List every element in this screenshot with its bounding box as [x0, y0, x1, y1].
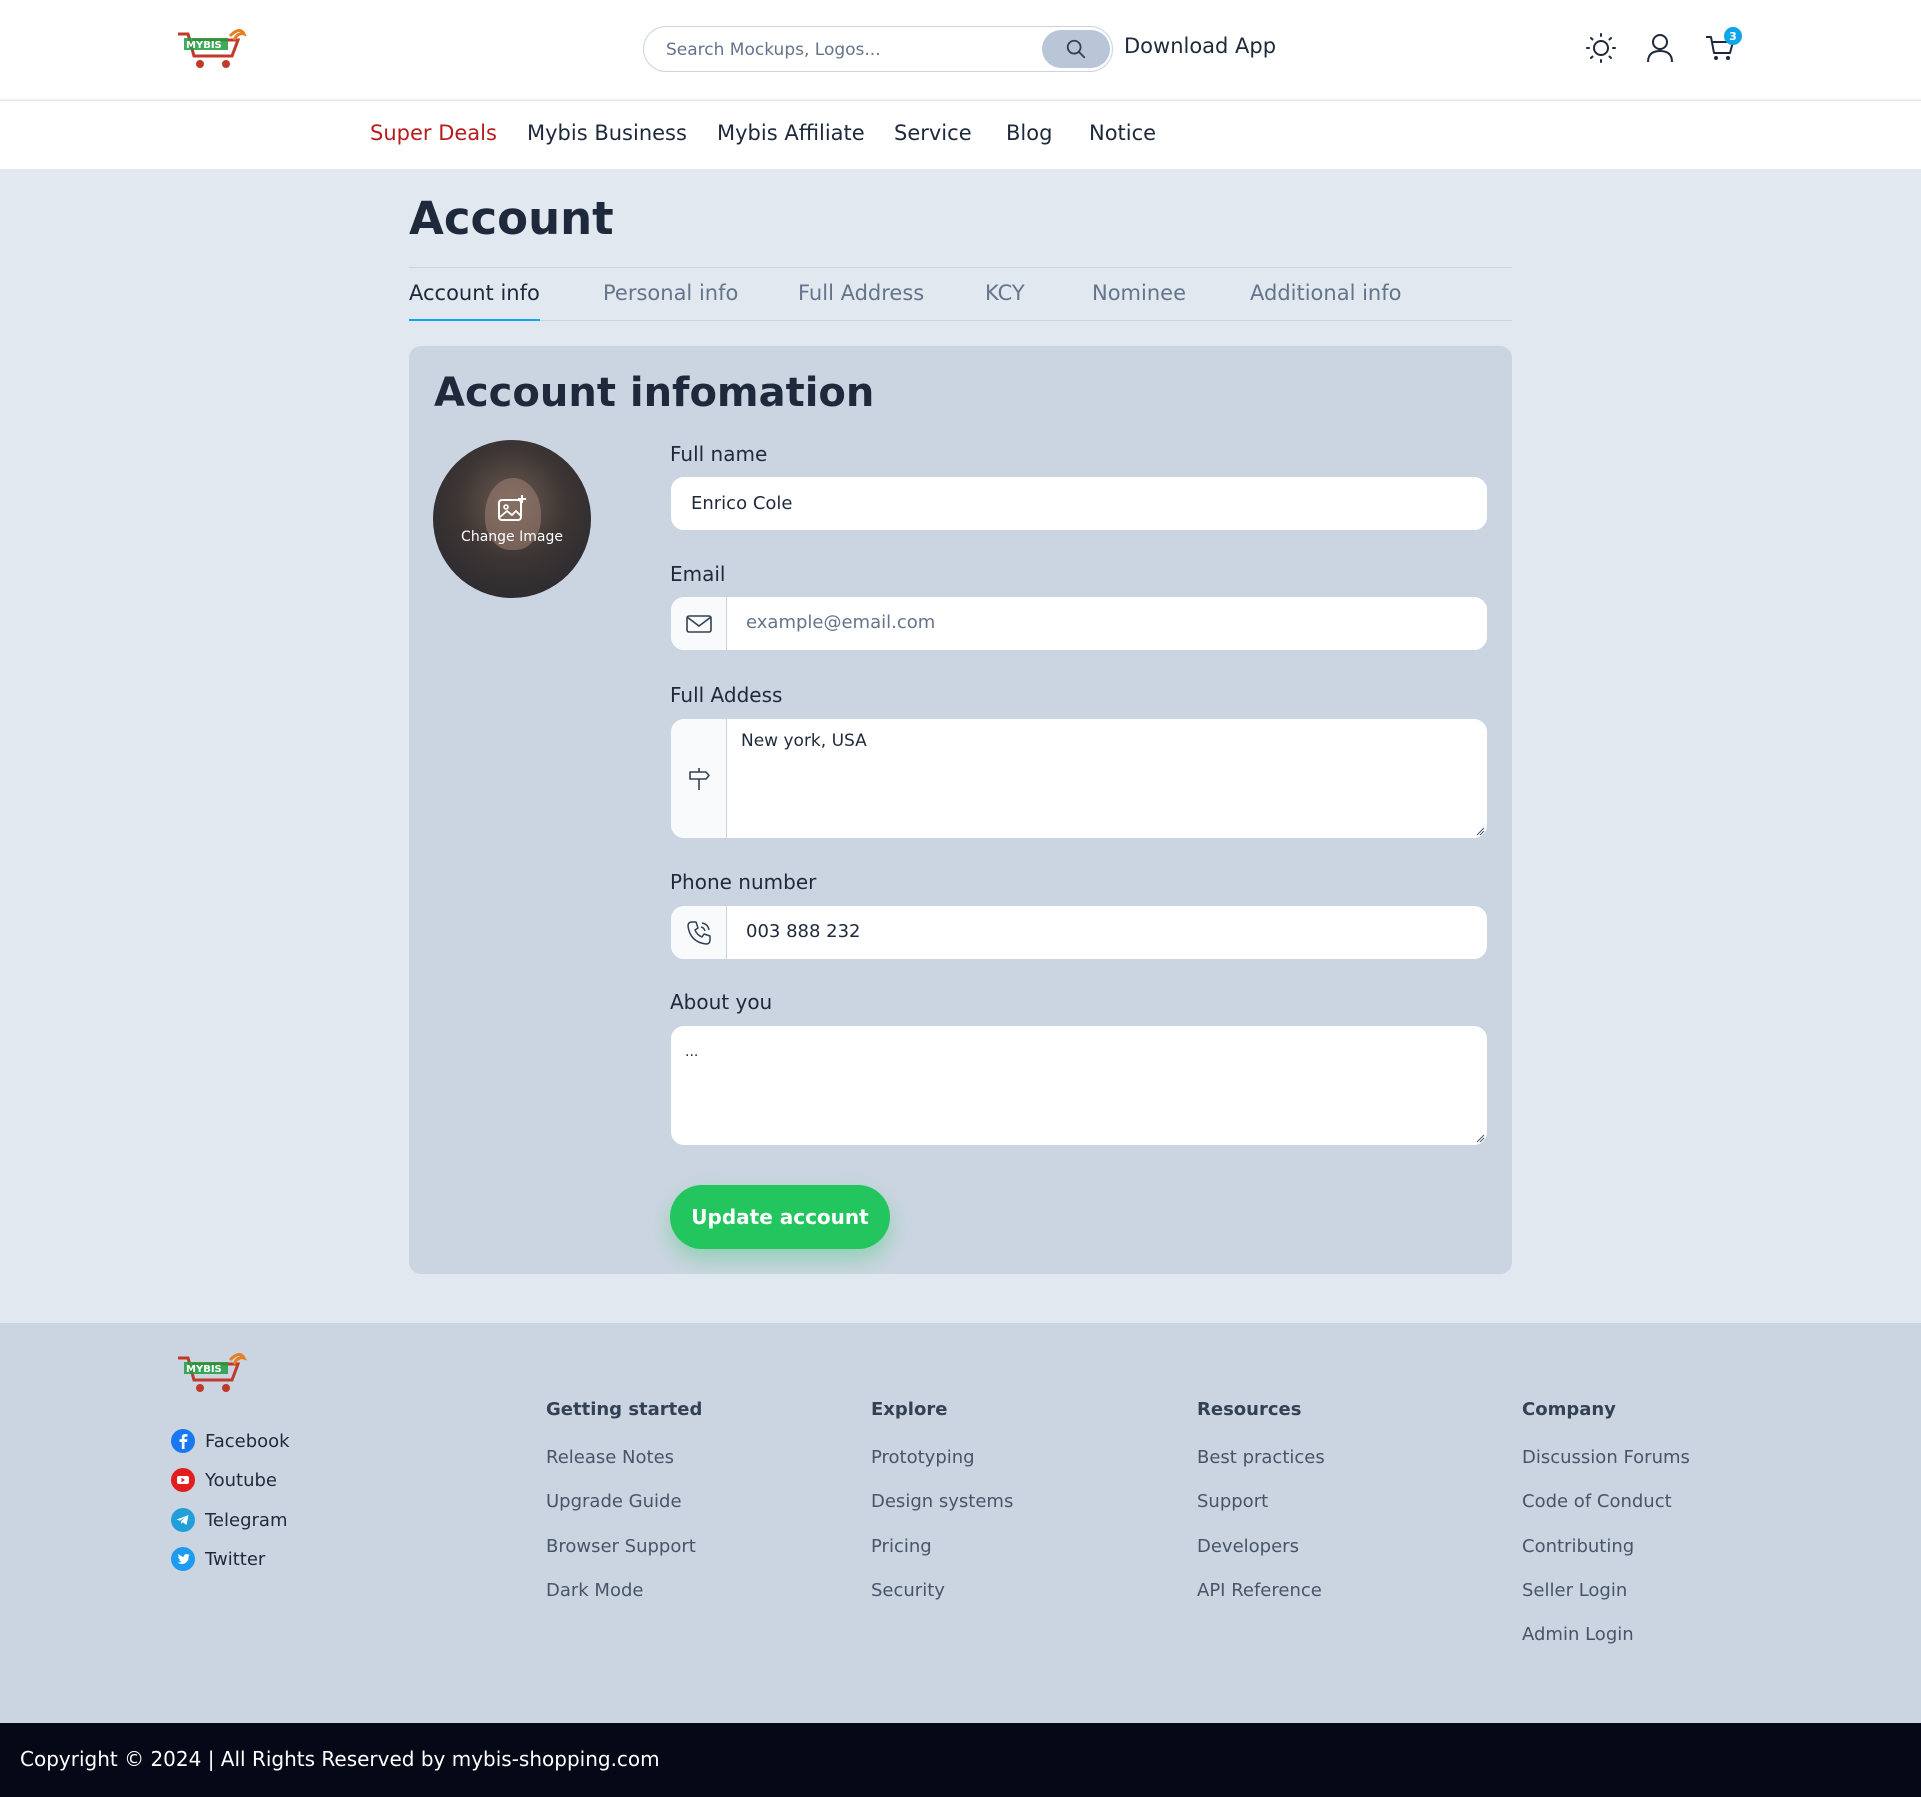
- phone-value: 003 888 232: [746, 921, 861, 942]
- tab-full-address[interactable]: Full Address: [798, 281, 924, 319]
- search-bar: [643, 26, 1113, 72]
- telegram-icon: [171, 1508, 195, 1532]
- address-label: Full Addess: [670, 683, 783, 707]
- footer-link[interactable]: Seller Login: [1522, 1580, 1627, 1601]
- footer-link[interactable]: Developers: [1197, 1536, 1299, 1557]
- footer-link[interactable]: Prototyping: [871, 1447, 975, 1468]
- brand-logo[interactable]: MYBIS: [174, 26, 248, 72]
- footer-logo[interactable]: MYBIS: [174, 1350, 248, 1396]
- signpost-icon: [688, 767, 710, 790]
- social-label: Telegram: [205, 1509, 288, 1531]
- nav-blog[interactable]: Blog: [1006, 121, 1052, 145]
- search-button[interactable]: [1042, 30, 1110, 68]
- about-textarea[interactable]: ...: [670, 1025, 1488, 1146]
- social-label: Youtube: [205, 1469, 277, 1491]
- card-title: Account infomation: [434, 370, 875, 416]
- account-tabs: Account info Personal info Full Address …: [409, 267, 1512, 321]
- cart-count-badge: 3: [1724, 27, 1742, 45]
- user-icon[interactable]: [1643, 31, 1677, 65]
- resize-grip-icon[interactable]: [1475, 1133, 1485, 1143]
- site-footer: MYBIS Facebook Youtube Telegram Twitter …: [0, 1323, 1921, 1723]
- full-name-label: Full name: [670, 442, 768, 466]
- phone-label: Phone number: [670, 870, 817, 894]
- footer-col-title: Resources: [1197, 1399, 1302, 1420]
- footer-link[interactable]: Dark Mode: [546, 1580, 643, 1601]
- social-twitter[interactable]: Twitter: [171, 1547, 265, 1571]
- nav-mybis-business[interactable]: Mybis Business: [527, 121, 687, 145]
- tab-additional-info[interactable]: Additional info: [1250, 281, 1401, 319]
- social-youtube[interactable]: Youtube: [171, 1468, 277, 1492]
- phone-field[interactable]: 003 888 232: [670, 905, 1488, 960]
- svg-text:MYBIS: MYBIS: [186, 40, 222, 51]
- tab-nominee[interactable]: Nominee: [1092, 281, 1186, 319]
- email-label: Email: [670, 562, 726, 586]
- footer-link[interactable]: Design systems: [871, 1491, 1013, 1512]
- footer-link[interactable]: Release Notes: [546, 1447, 674, 1468]
- download-app-link[interactable]: Download App: [1124, 34, 1276, 58]
- footer-link[interactable]: Admin Login: [1522, 1624, 1634, 1645]
- footer-col-title: Explore: [871, 1399, 948, 1420]
- copyright-bar: Copyright © 2024 | All Rights Reserved b…: [0, 1723, 1921, 1797]
- about-value: ...: [685, 1044, 699, 1060]
- youtube-icon: [171, 1468, 195, 1492]
- footer-col-title: Company: [1522, 1399, 1616, 1420]
- avatar-overlay: Change Image: [433, 440, 591, 598]
- twitter-icon: [171, 1547, 195, 1571]
- update-account-button[interactable]: Update account: [670, 1185, 890, 1249]
- theme-toggle-sun-icon[interactable]: [1584, 31, 1618, 65]
- address-textarea[interactable]: New york, USA: [670, 718, 1488, 839]
- nav-mybis-affiliate[interactable]: Mybis Affiliate: [717, 121, 865, 145]
- footer-link[interactable]: Pricing: [871, 1536, 932, 1557]
- address-value: New york, USA: [741, 731, 867, 751]
- footer-link[interactable]: Support: [1197, 1491, 1268, 1512]
- social-telegram[interactable]: Telegram: [171, 1508, 287, 1532]
- address-addon: [671, 719, 727, 838]
- phone-addon: [671, 906, 727, 959]
- copyright-text: Copyright © 2024 | All Rights Reserved b…: [20, 1747, 660, 1771]
- search-input[interactable]: [666, 37, 1026, 63]
- footer-link[interactable]: Browser Support: [546, 1536, 696, 1557]
- tab-account-info[interactable]: Account info: [409, 281, 540, 321]
- page-title: Account: [409, 192, 614, 245]
- search-icon: [1066, 39, 1086, 59]
- nav-notice[interactable]: Notice: [1089, 121, 1156, 145]
- footer-link[interactable]: Contributing: [1522, 1536, 1634, 1557]
- full-name-input[interactable]: Enrico Cole: [670, 476, 1488, 531]
- change-image-label: Change Image: [461, 529, 563, 545]
- tab-kcy[interactable]: KCY: [985, 281, 1025, 319]
- footer-link[interactable]: Upgrade Guide: [546, 1491, 682, 1512]
- site-header: MYBIS Download App 3: [0, 0, 1921, 100]
- main-nav: Super Deals Mybis Business Mybis Affilia…: [0, 101, 1921, 169]
- social-label: Facebook: [205, 1430, 290, 1452]
- footer-link[interactable]: Discussion Forums: [1522, 1447, 1690, 1468]
- nav-super-deals[interactable]: Super Deals: [370, 121, 497, 145]
- mail-icon: [685, 614, 712, 633]
- footer-link[interactable]: Security: [871, 1580, 945, 1601]
- footer-col-title: Getting started: [546, 1399, 703, 1420]
- email-placeholder: example@email.com: [746, 612, 936, 633]
- tab-personal-info[interactable]: Personal info: [603, 281, 738, 319]
- email-addon: [671, 597, 727, 650]
- image-add-icon: [498, 495, 526, 521]
- footer-link[interactable]: Code of Conduct: [1522, 1491, 1672, 1512]
- social-label: Twitter: [205, 1548, 266, 1570]
- resize-grip-icon[interactable]: [1475, 826, 1485, 836]
- footer-link[interactable]: Best practices: [1197, 1447, 1325, 1468]
- about-label: About you: [670, 990, 773, 1014]
- account-info-card: Account infomation Change Image Full nam…: [409, 346, 1512, 1274]
- avatar-change-image[interactable]: Change Image: [433, 440, 591, 598]
- phone-icon: [686, 920, 711, 945]
- facebook-icon: [171, 1429, 195, 1453]
- social-facebook[interactable]: Facebook: [171, 1429, 290, 1453]
- email-field[interactable]: example@email.com: [670, 596, 1488, 651]
- svg-text:MYBIS: MYBIS: [186, 1364, 222, 1375]
- footer-link[interactable]: API Reference: [1197, 1580, 1322, 1601]
- nav-service[interactable]: Service: [894, 121, 972, 145]
